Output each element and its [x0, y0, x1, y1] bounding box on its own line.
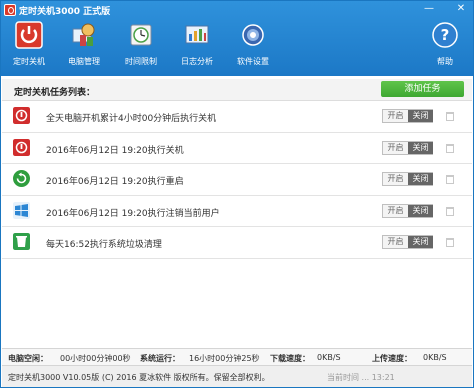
header-bar: 定时关机3000 正式版 — ✕ 定时关机 电脑管理 时间限制 日志分析 软件设… [1, 1, 473, 76]
download-speed-label: 下载速度： [270, 354, 310, 363]
task-toggle[interactable]: 开启 关闭 [382, 140, 433, 155]
toggle-on-option[interactable]: 开启 [383, 236, 408, 248]
toolbar-label: 电脑管理 [68, 57, 100, 66]
log-analysis-icon [185, 25, 209, 44]
task-description: 2016年06月12日 19:20执行注销当前用户 [46, 208, 220, 219]
toggle-off-option[interactable]: 关闭 [408, 173, 433, 185]
toggle-on-option[interactable]: 开启 [383, 205, 408, 217]
toggle-off-option[interactable]: 关闭 [408, 141, 433, 154]
toolbar-time-limit[interactable]: 时间限制 [115, 21, 167, 73]
task-toggle[interactable]: 开启 关闭 [382, 172, 433, 186]
toolbar-log-analysis[interactable]: 日志分析 [171, 21, 223, 73]
minimize-button[interactable]: — [421, 2, 437, 16]
task-description: 全天电脑开机累计4小时00分钟后执行关机 [46, 114, 217, 124]
delete-task-icon[interactable] [446, 175, 454, 184]
toolbar-computer-management[interactable]: 电脑管理 [58, 21, 110, 73]
toolbar-shutdown[interactable]: 定时关机 [3, 21, 55, 73]
shutdown-icon [13, 138, 30, 156]
toolbar-label: 日志分析 [181, 57, 213, 66]
delete-task-icon[interactable] [446, 112, 454, 121]
task-row[interactable]: 2016年06月12日 19:20执行关机 开启 关闭 [2, 133, 472, 164]
task-description: 2016年06月12日 19:20执行关机 [46, 145, 184, 156]
gear-icon [242, 24, 264, 46]
system-run-label: 系统运行： [140, 354, 180, 363]
shutdown-icon [13, 107, 30, 124]
app-window: 定时关机3000 正式版 — ✕ 定时关机 电脑管理 时间限制 日志分析 软件设… [0, 0, 474, 388]
task-row[interactable]: 全天电脑开机累计4小时00分钟后执行关机 开启 关闭 [2, 101, 472, 133]
idle-time-value: 00小时00分钟00秒 [60, 354, 131, 363]
system-run-value: 16小时00分钟25秒 [189, 354, 260, 363]
toolbar-settings[interactable]: 软件设置 [227, 21, 279, 73]
app-logo-icon [4, 4, 16, 16]
title-bar: 定时关机3000 正式版 — ✕ [1, 1, 473, 19]
toggle-on-option[interactable]: 开启 [383, 173, 408, 185]
window-title: 定时关机3000 正式版 [19, 7, 111, 17]
toolbar-label: 定时关机 [13, 57, 45, 66]
computer-management-icon [72, 23, 95, 46]
toolbar-help[interactable]: ? 帮助 [419, 21, 471, 73]
close-button[interactable]: ✕ [453, 2, 469, 16]
help-icon: ? [432, 22, 458, 48]
task-list: 全天电脑开机累计4小时00分钟后执行关机 开启 关闭 2016年06月12日 1… [2, 101, 472, 259]
task-toggle[interactable]: 开启 关闭 [382, 203, 433, 218]
task-row[interactable]: 2016年06月12日 19:20执行重启 开启 关闭 [2, 164, 472, 196]
toolbar-label: 软件设置 [237, 57, 269, 66]
idle-time-label: 电脑空闲： [8, 354, 48, 363]
upload-speed-label: 上传速度： [372, 354, 412, 363]
clock-watermark: 当前时间 ... 13:21 [327, 373, 395, 382]
task-description: 2016年06月12日 19:20执行重启 [46, 177, 184, 187]
upload-speed-value: 0KB/S [423, 353, 447, 362]
toolbar-label: 时间限制 [125, 57, 157, 66]
toggle-on-option[interactable]: 开启 [383, 110, 408, 122]
toggle-off-option[interactable]: 关闭 [408, 110, 433, 122]
task-row[interactable]: 2016年06月12日 19:20执行注销当前用户 开启 关闭 [2, 196, 472, 227]
delete-task-icon[interactable] [446, 238, 454, 247]
task-row[interactable]: 每天16:52执行系统垃圾清理 开启 关闭 [2, 227, 472, 259]
task-list-title: 定时关机任务列表： [14, 88, 96, 98]
task-toggle[interactable]: 开启 关闭 [382, 109, 433, 123]
add-task-button[interactable]: 添加任务 [381, 81, 464, 97]
task-list-header: 定时关机任务列表： 添加任务 [2, 79, 472, 101]
toggle-off-option[interactable]: 关闭 [408, 236, 433, 248]
toggle-on-option[interactable]: 开启 [383, 142, 408, 154]
svg-text:?: ? [441, 26, 450, 44]
toggle-off-option[interactable]: 关闭 [408, 204, 433, 217]
task-toggle[interactable]: 开启 关闭 [382, 235, 433, 249]
download-speed-value: 0KB/S [317, 353, 341, 362]
windows-icon [13, 201, 30, 219]
status-bar: 电脑空闲： 00小时00分钟00秒 系统运行： 16小时00分钟25秒 下载速度… [2, 348, 472, 365]
task-description: 每天16:52执行系统垃圾清理 [46, 240, 162, 250]
power-icon [15, 21, 43, 49]
restart-icon [13, 170, 30, 187]
clock-icon [130, 24, 152, 46]
delete-task-icon[interactable] [446, 143, 454, 153]
copyright-text: 定时关机3000 V10.05版 (C) 2016 夏冰软件 版权所有。保留全部… [8, 373, 270, 382]
footer-bar: 定时关机3000 V10.05版 (C) 2016 夏冰软件 版权所有。保留全部… [2, 365, 472, 387]
delete-task-icon[interactable] [446, 206, 454, 216]
toolbar-label: 帮助 [437, 57, 453, 66]
trash-clean-icon [13, 233, 30, 250]
